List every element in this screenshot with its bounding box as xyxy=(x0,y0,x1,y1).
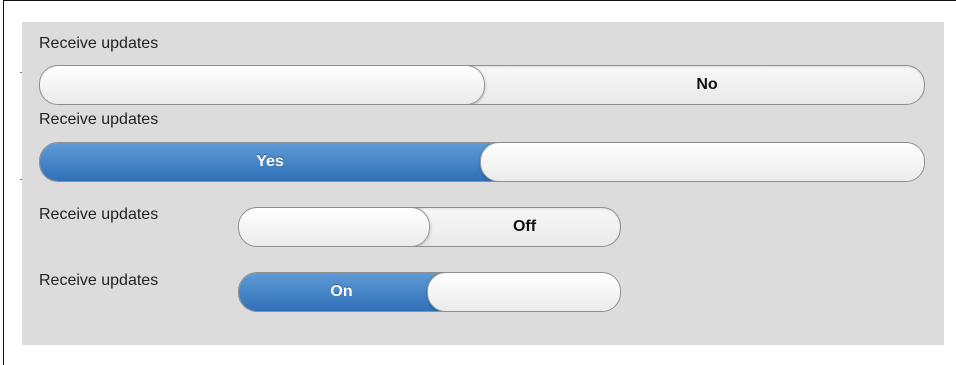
control-label: Receive updates xyxy=(39,111,159,128)
switch-state-text: On xyxy=(239,273,444,311)
receive-updates-switch-1[interactable]: No xyxy=(39,65,925,105)
switch-state-text: Off xyxy=(512,218,537,235)
receive-updates-switch-3[interactable]: Off xyxy=(238,207,621,247)
frame-border-left xyxy=(3,0,4,365)
page-frame: Receive updates No Receive updates Yes R… xyxy=(0,0,956,365)
settings-panel: Receive updates No Receive updates Yes R… xyxy=(22,22,944,345)
switch-handle[interactable] xyxy=(480,143,924,181)
control-label: Receive updates xyxy=(39,35,159,52)
switch-handle[interactable] xyxy=(239,208,430,246)
receive-updates-switch-4[interactable]: On xyxy=(238,272,621,312)
switch-handle[interactable] xyxy=(40,66,485,104)
control-label: Receive updates xyxy=(39,272,159,289)
switch-handle[interactable] xyxy=(427,273,620,311)
switch-state-text: Yes xyxy=(40,143,500,181)
receive-updates-switch-2[interactable]: Yes xyxy=(39,142,925,182)
switch-state-text: No xyxy=(696,76,718,93)
frame-border-top xyxy=(3,0,956,1)
control-label: Receive updates xyxy=(39,206,159,223)
